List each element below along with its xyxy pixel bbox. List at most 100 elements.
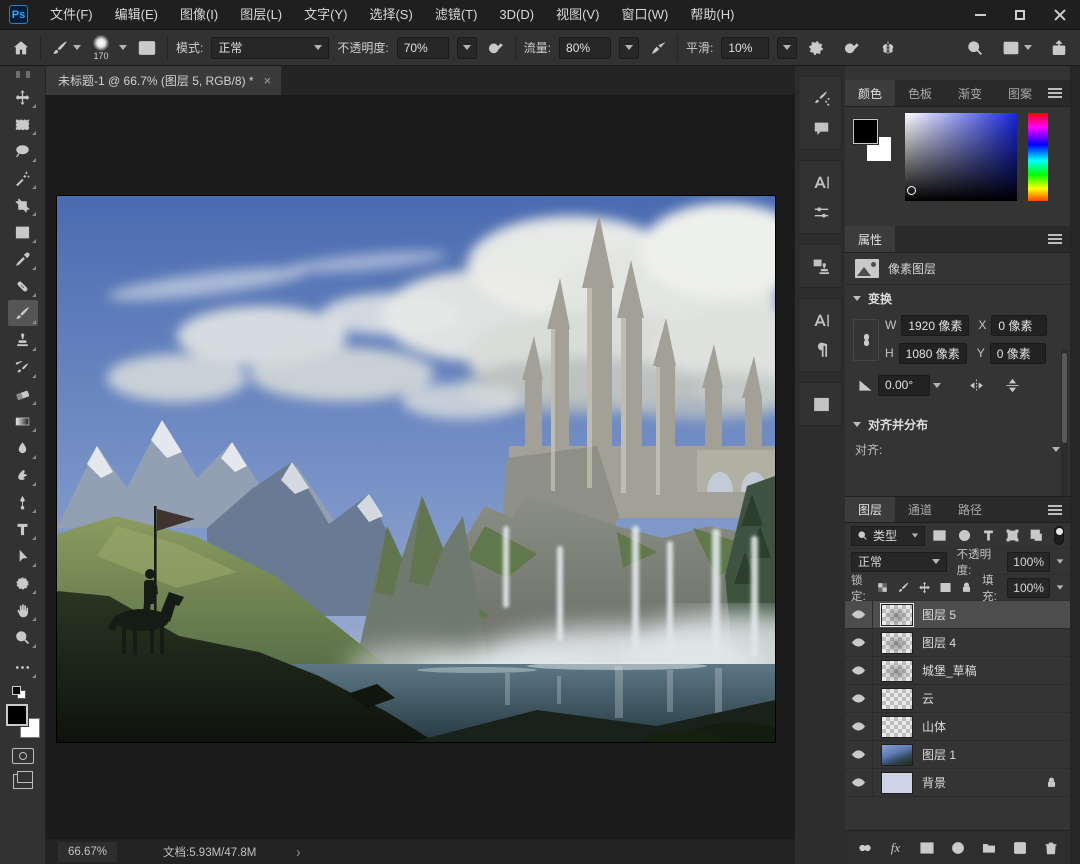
tab-channels[interactable]: 通道 (895, 497, 945, 522)
layer-row[interactable]: 图层 4 (845, 629, 1070, 657)
tool-eraser[interactable] (8, 381, 38, 407)
lock-artboard-button[interactable] (939, 581, 952, 594)
filter-adjustment-layers-button[interactable] (955, 528, 973, 543)
edit-toolbar-button[interactable] (8, 654, 38, 680)
width-field[interactable]: 1920 像素 (901, 314, 970, 336)
chevron-down-icon[interactable] (119, 45, 127, 50)
properties-panel-menu-button[interactable] (1048, 226, 1070, 252)
tool-pen[interactable] (8, 489, 38, 515)
layer-visibility-toggle[interactable] (845, 769, 873, 796)
search-button[interactable] (964, 37, 986, 59)
layer-visibility-toggle[interactable] (845, 741, 873, 768)
flip-horizontal-icon[interactable] (968, 377, 985, 394)
tool-lasso[interactable] (8, 138, 38, 164)
link-wh-button[interactable] (853, 319, 879, 361)
layer-visibility-toggle[interactable] (845, 657, 873, 684)
layer-visibility-toggle[interactable] (845, 713, 873, 740)
layer-thumbnail[interactable] (881, 715, 913, 738)
screen-mode-button[interactable] (12, 771, 33, 789)
y-field[interactable]: 0 像素 (989, 342, 1046, 364)
collapse-align-icon[interactable] (853, 421, 861, 427)
filter-shape-layers-button[interactable] (1003, 528, 1021, 543)
opacity-dropdown-button[interactable] (456, 36, 477, 59)
close-button[interactable] (1040, 0, 1080, 30)
layer-thumbnail[interactable] (881, 771, 913, 794)
height-field[interactable]: 1080 像素 (898, 342, 967, 364)
tool-frame[interactable] (8, 219, 38, 245)
tab-gradients[interactable]: 渐变 (945, 80, 995, 106)
brush-preset-picker[interactable]: 170 (91, 33, 111, 62)
filter-pixel-layers-button[interactable] (931, 528, 949, 543)
layer-visibility-toggle[interactable] (845, 685, 873, 712)
pasteboard[interactable] (46, 96, 795, 838)
blend-mode-select[interactable]: 正常 (211, 36, 330, 59)
tab-swatches[interactable]: 色板 (895, 80, 945, 106)
layer-row[interactable]: 图层 1 (845, 741, 1070, 769)
tab-close-icon[interactable]: × (264, 73, 272, 88)
smoothing-options-gear-button[interactable] (805, 37, 827, 59)
flow-select[interactable]: 80% (559, 36, 612, 59)
tool-zoom[interactable] (8, 624, 38, 650)
layer-blend-mode-select[interactable]: 正常 (851, 551, 947, 572)
layer-thumbnail[interactable] (881, 743, 913, 766)
canvas-artwork[interactable] (57, 196, 775, 742)
flow-dropdown-button[interactable] (619, 36, 640, 59)
lock-position-button[interactable] (918, 581, 931, 594)
character-panel-button[interactable] (799, 167, 843, 197)
delete-layer-button[interactable] (1042, 839, 1060, 857)
flip-vertical-icon[interactable] (1004, 377, 1021, 394)
menu-type[interactable]: 文字(Y) (293, 0, 358, 30)
tool-eyedropper[interactable] (8, 246, 38, 272)
link-layers-button[interactable] (856, 839, 874, 857)
tool-smudge[interactable] (8, 462, 38, 488)
layer-thumbnail[interactable] (881, 631, 913, 654)
add-layer-mask-button[interactable] (918, 839, 936, 857)
layer-fill-field[interactable]: 100% (1007, 577, 1050, 598)
layer-visibility-toggle[interactable] (845, 629, 873, 656)
filter-smart-objects-button[interactable] (1028, 528, 1046, 543)
layer-thumbnail[interactable] (881, 659, 913, 682)
color-panel-menu-button[interactable] (1048, 80, 1070, 106)
collapse-transform-icon[interactable] (853, 295, 861, 301)
maximize-button[interactable] (1000, 0, 1040, 30)
home-button[interactable] (10, 37, 32, 59)
comments-panel-button[interactable] (799, 113, 843, 143)
toolbar-collapse-icon[interactable] (15, 71, 30, 78)
opacity-pressure-button[interactable] (485, 37, 507, 59)
workspace-switcher-button[interactable] (1000, 37, 1034, 59)
foreground-color-swatch[interactable] (4, 703, 29, 727)
menu-filter[interactable]: 滤镜(T) (424, 0, 489, 30)
layer-style-button[interactable]: fx (887, 839, 905, 857)
tool-crop[interactable] (8, 192, 38, 218)
tool-hand[interactable] (8, 597, 38, 623)
tab-properties[interactable]: 属性 (845, 226, 896, 252)
menu-edit[interactable]: 编辑(E) (104, 0, 169, 30)
layer-row[interactable]: 背景 (845, 769, 1070, 797)
minimize-button[interactable] (960, 0, 1000, 30)
layer-visibility-toggle[interactable] (845, 601, 873, 628)
menu-help[interactable]: 帮助(H) (679, 0, 745, 30)
saturation-brightness-field[interactable] (905, 113, 1017, 201)
layer-row[interactable]: 图层 5 (845, 601, 1070, 629)
layer-thumbnail[interactable] (880, 602, 914, 627)
menu-3d[interactable]: 3D(D) (488, 0, 545, 30)
layers-panel-menu-button[interactable] (1048, 497, 1070, 522)
properties-scrollbar[interactable] (1061, 349, 1068, 509)
menu-view[interactable]: 视图(V) (545, 0, 610, 30)
glyphs-panel-button[interactable] (799, 305, 843, 335)
tool-move[interactable] (8, 84, 38, 110)
lock-all-button[interactable] (960, 581, 973, 594)
tool-custom-shape[interactable] (8, 570, 38, 596)
default-colors-icon[interactable] (11, 686, 34, 700)
opacity-select[interactable]: 70% (396, 36, 449, 59)
layer-row[interactable]: 山体 (845, 713, 1070, 741)
document-tab[interactable]: 未标题-1 @ 66.7% (图层 5, RGB/8) * × (46, 66, 282, 95)
menu-image[interactable]: 图像(I) (169, 0, 229, 30)
tool-spot-healing[interactable] (8, 273, 38, 299)
menu-select[interactable]: 选择(S) (358, 0, 423, 30)
airbrush-button[interactable] (647, 37, 669, 59)
layer-filter-toggle[interactable] (1053, 526, 1064, 545)
lock-image-pixels-button[interactable] (897, 581, 910, 594)
menu-file[interactable]: 文件(F) (39, 0, 104, 30)
clone-source-panel-button[interactable] (799, 251, 843, 281)
